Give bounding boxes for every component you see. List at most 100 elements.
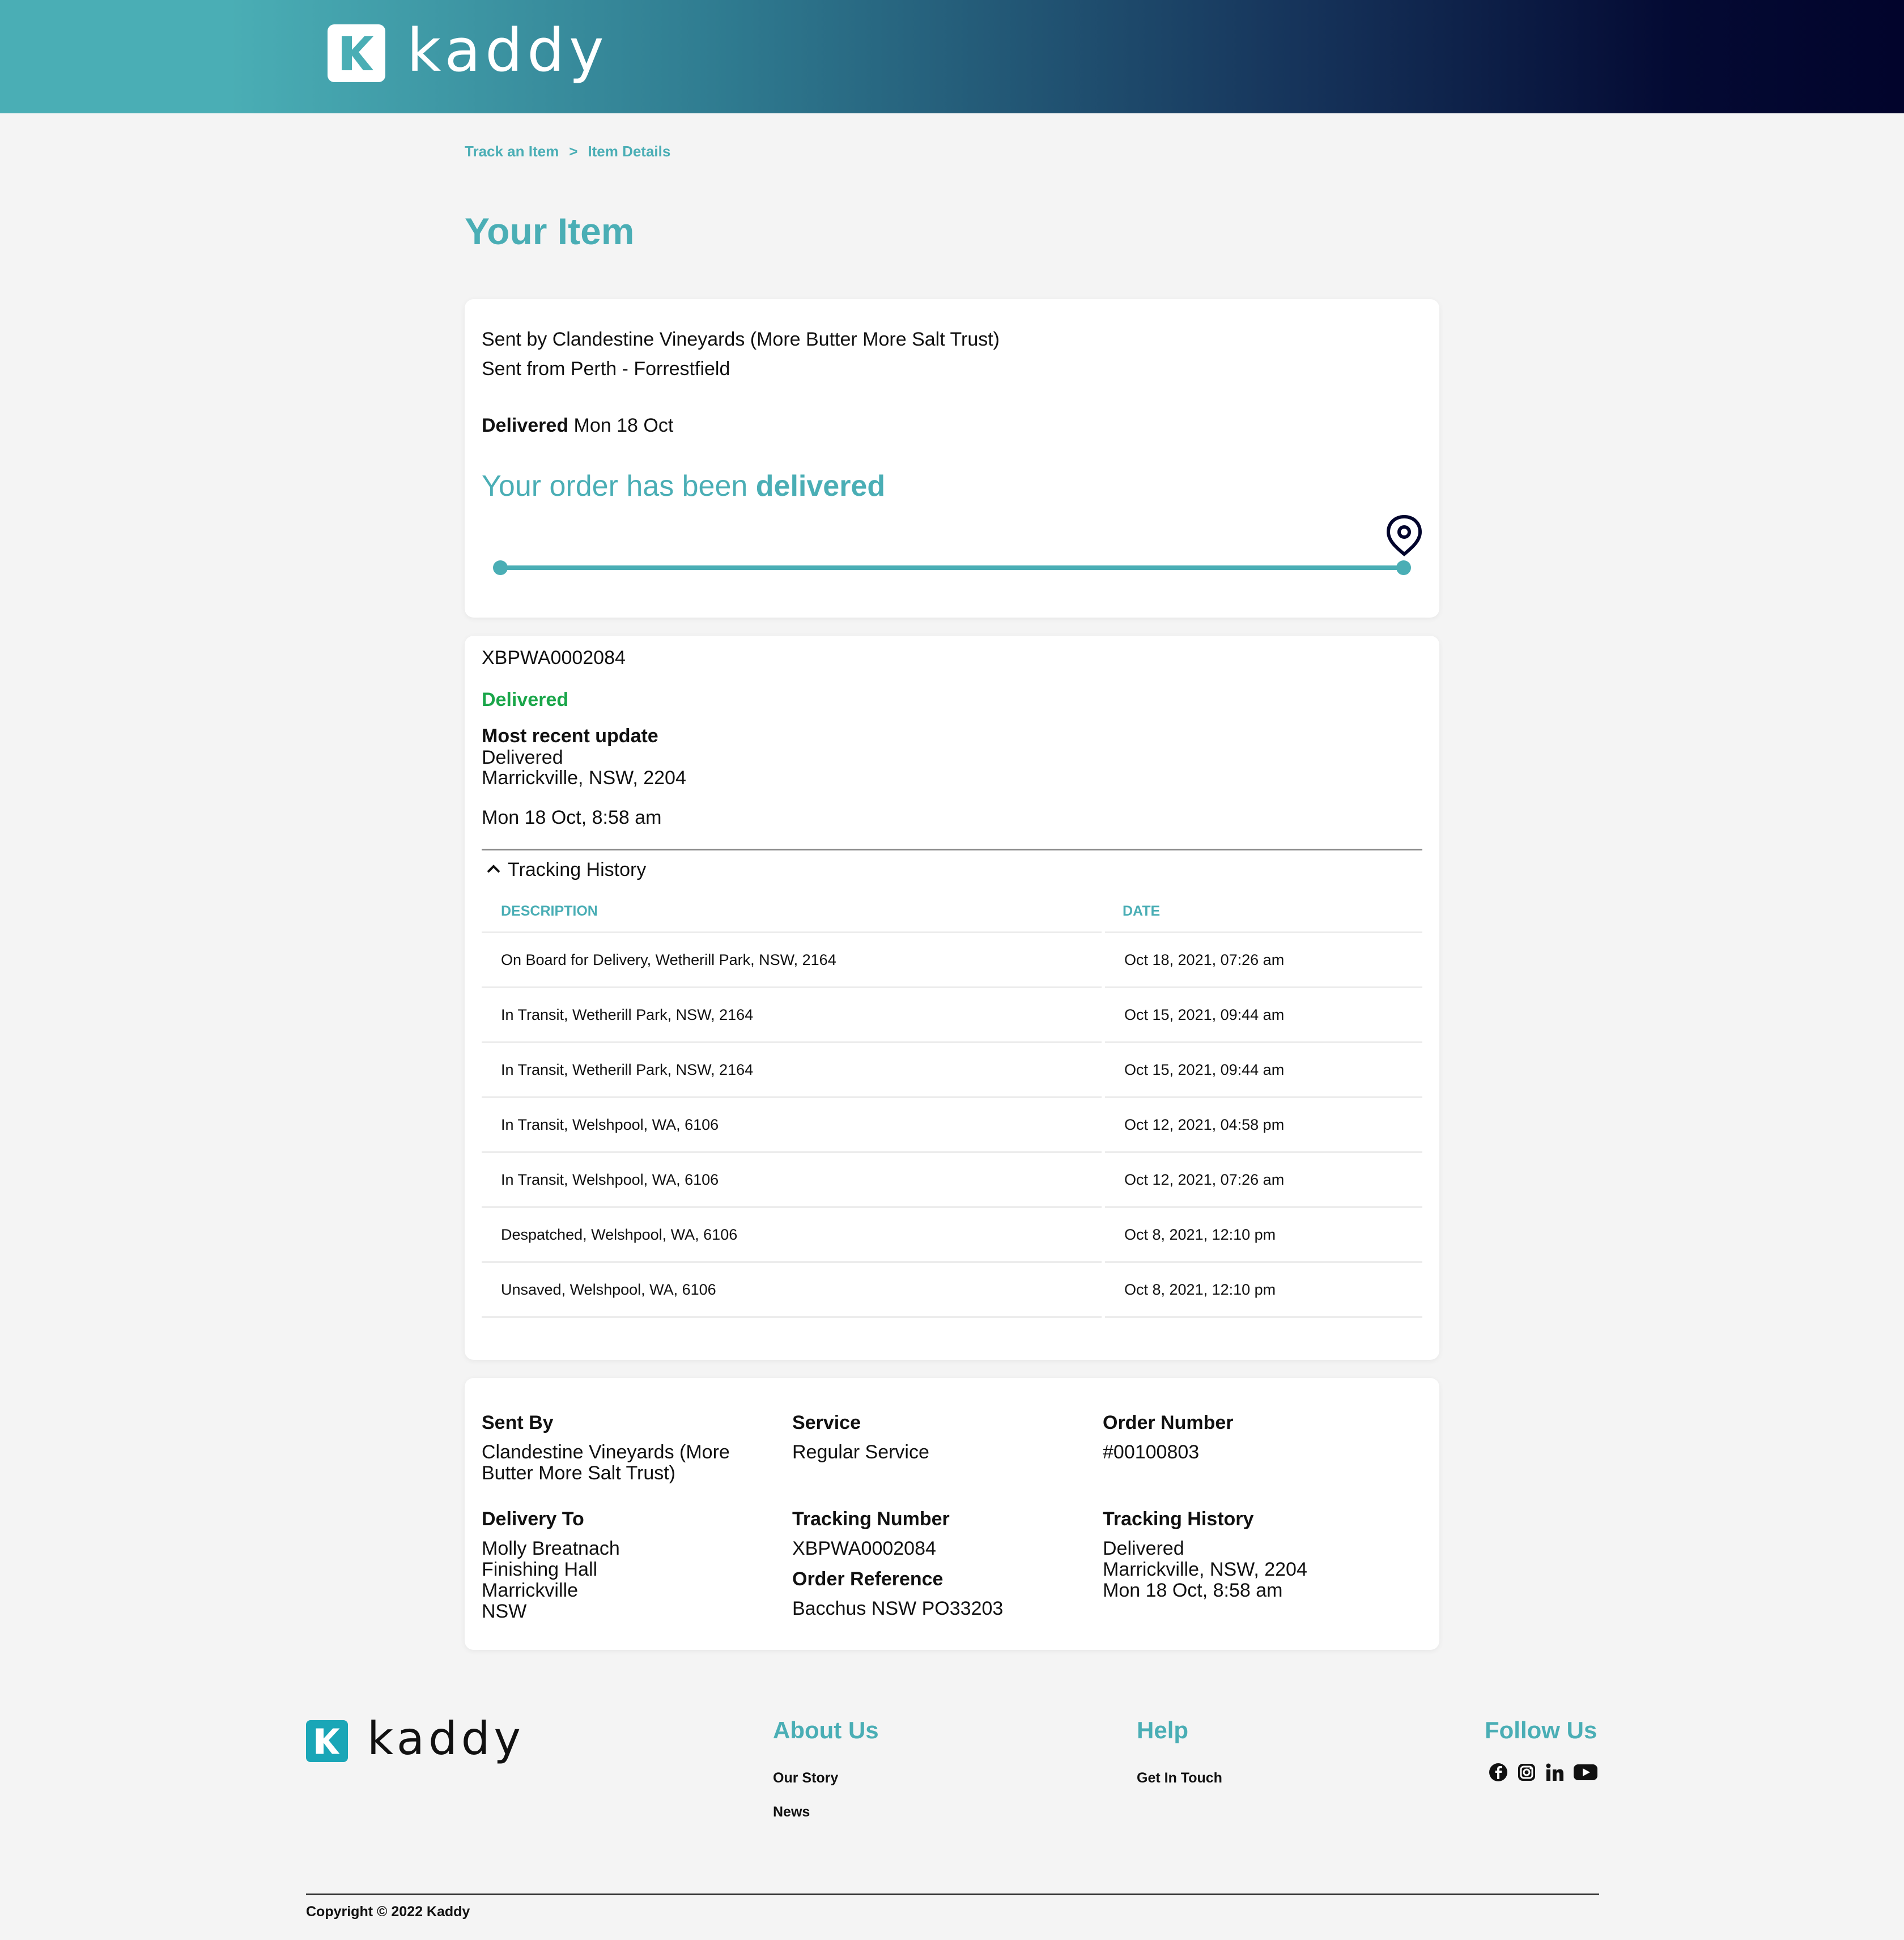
tracking-history-line: Marrickville, NSW, 2204	[1103, 1559, 1307, 1580]
history-date: Oct 18, 2021, 07:26 am	[1103, 931, 1422, 988]
social-links	[1488, 1762, 1598, 1785]
shipment-details-card: Sent By Clandestine Vineyards (More Butt…	[465, 1378, 1439, 1650]
order-number-section: Order Number #00100803	[1103, 1412, 1234, 1463]
history-date: Oct 15, 2021, 09:44 am	[1103, 986, 1422, 1043]
delivered-date: Mon 18 Oct	[573, 415, 674, 436]
order-number-label: Order Number	[1103, 1412, 1234, 1433]
delivery-summary-card: Sent by Clandestine Vineyards (More Butt…	[465, 299, 1439, 618]
table-row: In Transit, Welshpool, WA, 6106 Oct 12, 2…	[482, 1096, 1422, 1152]
tracking-history-summary-label: Tracking History	[1103, 1508, 1254, 1530]
copyright-text: Copyright © 2022 Kaddy	[306, 1904, 470, 1920]
breadcrumb-separator: >	[569, 143, 578, 160]
history-date: Oct 8, 2021, 12:10 pm	[1103, 1261, 1422, 1318]
history-date: Oct 12, 2021, 04:58 pm	[1103, 1096, 1422, 1152]
tracking-history-toggle[interactable]: Tracking History	[482, 859, 646, 881]
footer-link-news[interactable]: News	[773, 1804, 810, 1820]
service-value: Regular Service	[792, 1441, 929, 1463]
delivery-to-line: NSW	[482, 1601, 527, 1622]
progress-start-dot	[493, 560, 508, 575]
history-date: Oct 8, 2021, 12:10 pm	[1103, 1206, 1422, 1262]
delivery-progress-bar	[500, 565, 1404, 570]
history-description: In Transit, Wetherill Park, NSW, 2164	[482, 986, 1105, 1043]
history-rows: On Board for Delivery, Wetherill Park, N…	[482, 931, 1422, 1318]
history-description: On Board for Delivery, Wetherill Park, N…	[482, 931, 1105, 988]
delivered-date-line: Delivered Mon 18 Oct	[482, 415, 673, 437]
instagram-icon[interactable]	[1516, 1762, 1537, 1785]
sent-by-line-2: Butter More Salt Trust)	[482, 1462, 675, 1484]
service-section: Service Regular Service	[792, 1412, 929, 1463]
most-recent-heading: Most recent update	[482, 725, 658, 747]
service-label: Service	[792, 1412, 861, 1433]
delivery-status-heading: Your order has been delivered	[482, 469, 885, 503]
table-row: In Transit, Wetherill Park, NSW, 2164 Oct…	[482, 1041, 1422, 1097]
column-header-description: DESCRIPTION	[501, 903, 598, 919]
chevron-up-icon	[486, 863, 501, 877]
status-word: delivered	[755, 470, 886, 503]
recent-location: Marrickville, NSW, 2204	[482, 767, 686, 789]
kaddy-logo-icon	[328, 24, 385, 82]
tracking-history-label: Tracking History	[508, 859, 647, 880]
delivered-label: Delivered	[482, 415, 569, 436]
tracking-number: XBPWA0002084	[482, 647, 626, 669]
linkedin-icon[interactable]	[1545, 1762, 1565, 1785]
tracking-history-line: Mon 18 Oct, 8:58 am	[1103, 1580, 1283, 1601]
site-header: kaddy	[0, 0, 1904, 113]
section-divider	[482, 849, 1422, 850]
history-date: Oct 15, 2021, 09:44 am	[1103, 1041, 1422, 1097]
breadcrumb-item-details[interactable]: Item Details	[588, 143, 670, 160]
delivery-to-line: Marrickville	[482, 1580, 578, 1601]
tracking-card: XBPWA0002084 Delivered Most recent updat…	[465, 636, 1439, 1360]
tracking-history-summary: Tracking History Delivered Marrickville,…	[1103, 1508, 1307, 1601]
order-reference-value: Bacchus NSW PO33203	[792, 1598, 1004, 1619]
sent-from-text: Sent from Perth - Forrestfield	[482, 358, 730, 380]
table-row: Despatched, Welshpool, WA, 6106 Oct 8, 20…	[482, 1206, 1422, 1262]
logo-wordmark: kaddy	[407, 16, 609, 85]
delivery-to-line: Finishing Hall	[482, 1559, 598, 1580]
status-badge: Delivered	[482, 689, 569, 711]
breadcrumb-track-item[interactable]: Track an Item	[465, 143, 559, 160]
status-prefix: Your order has been	[482, 470, 748, 503]
delivery-to-section: Delivery To Molly Breatnach Finishing Ha…	[482, 1508, 620, 1622]
column-header-date: DATE	[1123, 903, 1161, 919]
table-row: On Board for Delivery, Wetherill Park, N…	[482, 931, 1422, 988]
order-number-value: #00100803	[1103, 1441, 1200, 1463]
facebook-icon[interactable]	[1488, 1762, 1508, 1785]
footer-help-heading: Help	[1137, 1717, 1189, 1743]
history-description: In Transit, Wetherill Park, NSW, 2164	[482, 1041, 1105, 1097]
table-row: In Transit, Wetherill Park, NSW, 2164 Oct…	[482, 986, 1422, 1043]
tracking-number-value: XBPWA0002084	[792, 1538, 936, 1559]
footer-logo-wordmark: kaddy	[367, 1712, 525, 1765]
tracking-number-section: Tracking Number XBPWA0002084 Order Refer…	[792, 1508, 1003, 1619]
kaddy-logo-icon	[306, 1720, 348, 1762]
footer-logo[interactable]: kaddy	[306, 1712, 525, 1765]
breadcrumb: Track an Item > Item Details	[465, 143, 670, 160]
sent-by-line-1: Clandestine Vineyards (More	[482, 1441, 730, 1463]
table-row: Unsaved, Welshpool, WA, 6106 Oct 8, 2021,…	[482, 1261, 1422, 1318]
history-description: In Transit, Welshpool, WA, 6106	[482, 1151, 1105, 1207]
sent-by-label: Sent By	[482, 1412, 554, 1433]
recent-time: Mon 18 Oct, 8:58 am	[482, 807, 662, 828]
progress-end-dot	[1396, 560, 1411, 575]
footer-divider	[306, 1894, 1599, 1895]
footer-about-heading: About Us	[773, 1717, 879, 1743]
page-title: Your Item	[465, 210, 635, 252]
table-row: In Transit, Welshpool, WA, 6106 Oct 12, 2…	[482, 1151, 1422, 1207]
history-description: Unsaved, Welshpool, WA, 6106	[482, 1261, 1105, 1318]
delivery-to-label: Delivery To	[482, 1508, 584, 1530]
tracking-history-table: DESCRIPTION DATE On Board for Delivery, …	[482, 891, 1422, 1318]
order-reference-label: Order Reference	[792, 1568, 944, 1590]
footer-link-get-in-touch[interactable]: Get In Touch	[1137, 1770, 1222, 1786]
recent-status: Delivered	[482, 747, 563, 768]
footer-follow-heading: Follow Us	[1485, 1717, 1597, 1743]
tracking-number-label: Tracking Number	[792, 1508, 950, 1530]
sent-by-section: Sent By Clandestine Vineyards (More Butt…	[482, 1412, 776, 1484]
sent-by-text: Sent by Clandestine Vineyards (More Butt…	[482, 329, 1000, 350]
history-date: Oct 12, 2021, 07:26 am	[1103, 1151, 1422, 1207]
youtube-icon[interactable]	[1573, 1762, 1598, 1785]
location-pin-icon	[1385, 514, 1423, 559]
history-description: In Transit, Welshpool, WA, 6106	[482, 1096, 1105, 1152]
footer-link-our-story[interactable]: Our Story	[773, 1770, 838, 1786]
tracking-history-line: Delivered	[1103, 1538, 1184, 1559]
header-logo[interactable]: kaddy	[328, 16, 609, 85]
history-description: Despatched, Welshpool, WA, 6106	[482, 1206, 1105, 1262]
